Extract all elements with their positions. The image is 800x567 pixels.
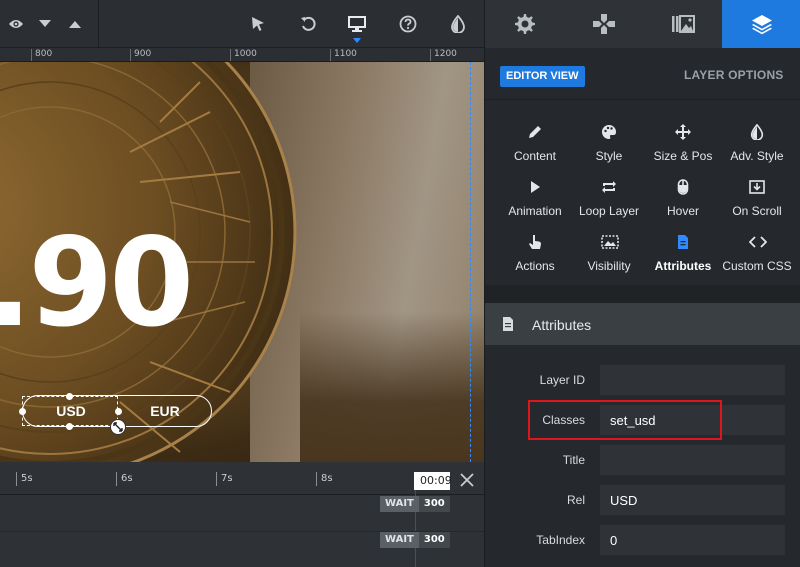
option-label: Custom CSS — [722, 259, 792, 273]
contrast-icon — [749, 123, 765, 141]
gamepad-icon[interactable] — [564, 0, 643, 48]
eur-option[interactable]: EUR — [119, 396, 211, 426]
desktop-icon[interactable] — [343, 10, 371, 38]
palette-icon — [601, 124, 617, 140]
resize-icon[interactable] — [110, 419, 126, 435]
wait-value: 300 — [418, 532, 450, 548]
option-on-scroll[interactable]: On Scroll — [717, 173, 797, 223]
eye-icon[interactable] — [2, 10, 30, 38]
timeline-tick: 7s — [216, 472, 233, 486]
editor-view-button[interactable]: EDITOR VIEW — [500, 66, 585, 87]
option-label: Adv. Style — [730, 149, 784, 163]
code-icon — [748, 234, 768, 250]
rel-label: Rel — [566, 493, 585, 507]
timeline-tick: 8s — [316, 472, 333, 486]
selection-handle[interactable] — [66, 393, 73, 400]
settings-icon[interactable] — [485, 0, 564, 48]
wait-value: 300 — [418, 496, 450, 512]
loop-icon — [601, 179, 617, 195]
cursor-icon[interactable] — [244, 10, 272, 38]
option-custom-css[interactable]: Custom CSS — [717, 228, 797, 278]
wait-label: WAIT — [380, 532, 419, 548]
top-toolbar — [0, 0, 484, 48]
tabindex-row: TabIndex — [485, 525, 800, 555]
background-shadow — [300, 312, 484, 462]
timeline-panel: 5s 6s 7s 8s 00:09 WAIT 300 WAIT 300 — [0, 462, 484, 567]
slide-canvas[interactable]: .90 USD EUR — [0, 62, 484, 462]
rel-row: Rel — [485, 485, 800, 515]
timeline-row[interactable]: WAIT 300 — [0, 496, 484, 532]
guide-line — [470, 62, 471, 462]
play-icon — [527, 179, 543, 195]
attributes-section-header[interactable]: Attributes — [485, 303, 800, 345]
visibility-icon — [601, 234, 619, 250]
selection-box — [22, 396, 118, 426]
horizontal-ruler: 800 900 1000 1100 1200 — [0, 48, 484, 62]
chevron-down-icon[interactable] — [31, 10, 59, 38]
panel-tabs — [485, 0, 800, 48]
undo-icon[interactable] — [294, 10, 322, 38]
wait-block[interactable]: WAIT 300 — [380, 532, 450, 548]
toolbar-divider — [98, 0, 99, 48]
price-text[interactable]: .90 — [0, 222, 194, 344]
ruler-label: 800 — [31, 49, 52, 61]
document-icon — [675, 234, 691, 250]
layer-id-row: Layer ID — [485, 365, 800, 395]
title-input[interactable] — [600, 445, 785, 475]
option-adv-style[interactable]: Adv. Style — [717, 118, 797, 168]
wait-block[interactable]: WAIT 300 — [380, 496, 450, 512]
selection-handle[interactable] — [66, 423, 73, 430]
ruler-label: 1000 — [230, 49, 257, 61]
wait-label: WAIT — [380, 496, 419, 512]
timeline-tick: 6s — [116, 472, 133, 486]
section-title: Attributes — [532, 317, 592, 333]
option-label: On Scroll — [732, 204, 782, 218]
timeline-tick: 5s — [16, 472, 33, 486]
contrast-icon[interactable] — [444, 10, 472, 38]
title-row: Title — [485, 445, 800, 475]
close-icon[interactable] — [458, 471, 476, 489]
slider-editor: 800 900 1000 1100 1200 .90 USD EUR 5s 6s… — [0, 0, 800, 567]
document-icon — [502, 317, 514, 331]
timeline-row[interactable]: WAIT 300 — [0, 532, 484, 567]
layer-options-panel: EDITOR VIEW LAYER OPTIONS Content Style … — [484, 0, 800, 567]
panel-divider — [485, 99, 800, 100]
mouse-icon — [675, 179, 691, 195]
tabindex-label: TabIndex — [536, 533, 585, 547]
media-library-icon[interactable] — [643, 0, 722, 48]
active-device-indicator — [353, 38, 361, 43]
pencil-icon — [527, 124, 543, 140]
layer-id-label: Layer ID — [539, 373, 585, 387]
current-time-input[interactable]: 00:09 — [414, 472, 452, 490]
layers-icon[interactable] — [722, 0, 800, 48]
layer-id-input[interactable] — [600, 365, 785, 395]
download-icon — [749, 179, 765, 195]
tabindex-input[interactable] — [600, 525, 785, 555]
timeline-ruler: 5s 6s 7s 8s 00:09 — [0, 462, 484, 495]
ruler-label: 900 — [130, 49, 151, 61]
selection-handle[interactable] — [115, 408, 122, 415]
layer-options-title: LAYER OPTIONS — [684, 68, 784, 82]
selection-handle[interactable] — [19, 408, 26, 415]
ruler-label: 1100 — [330, 49, 357, 61]
classes-highlight-box — [528, 400, 722, 440]
ruler-label: 1200 — [430, 49, 457, 61]
rel-input[interactable] — [600, 485, 785, 515]
title-label: Title — [562, 453, 585, 467]
help-icon[interactable] — [394, 10, 422, 38]
chevron-up-icon[interactable] — [61, 10, 89, 38]
panel-gap — [485, 285, 800, 303]
move-icon — [675, 124, 691, 140]
hand-pointer-icon — [527, 234, 543, 250]
